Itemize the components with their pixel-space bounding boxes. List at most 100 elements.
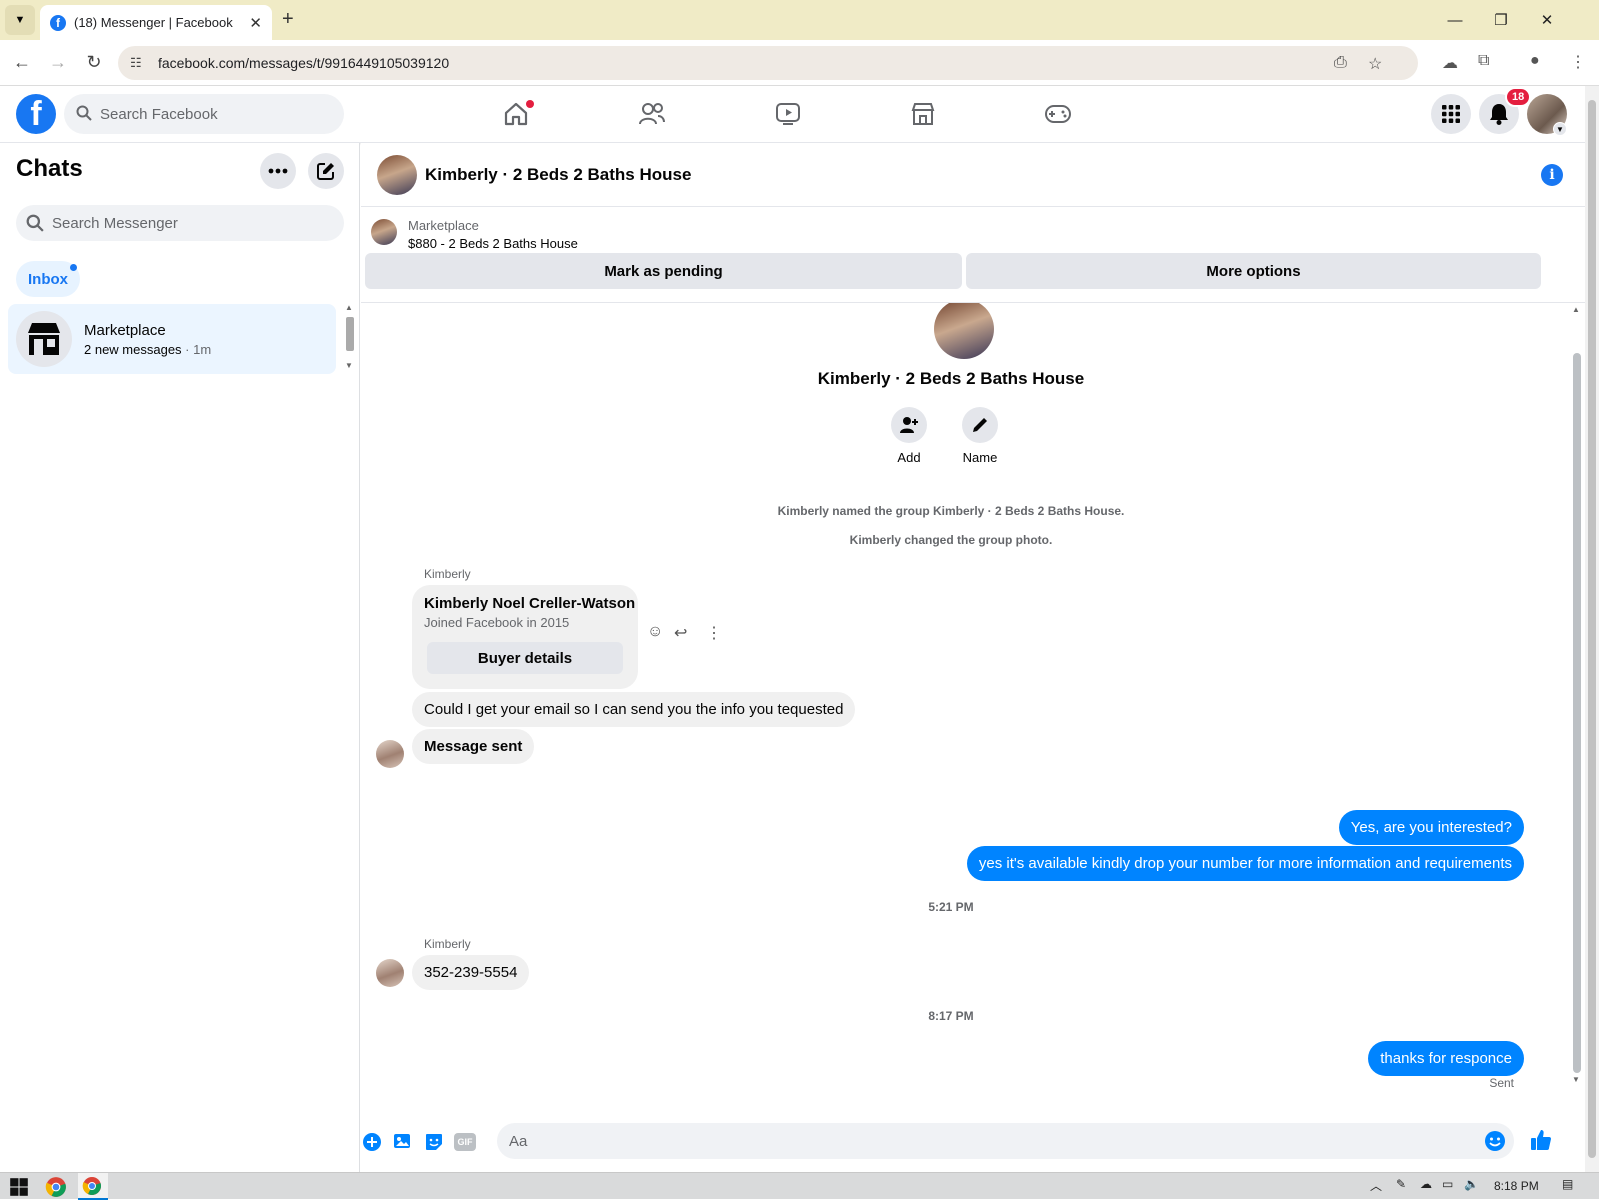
scroll-down-arrow-icon[interactable]: ▼ xyxy=(345,361,353,370)
name-group-button[interactable]: Name xyxy=(950,407,1010,465)
message-thread[interactable]: Kimberly · 2 Beds 2 Baths House Add Name… xyxy=(361,303,1585,1113)
thread-scrollbar[interactable]: ▲ ▼ xyxy=(1569,303,1585,1113)
close-window-button[interactable]: ✕ xyxy=(1524,0,1570,40)
site-info-icon[interactable]: ☷ xyxy=(130,55,142,71)
new-message-button[interactable] xyxy=(308,153,344,189)
chat-list-item[interactable]: Marketplace 2 new messages · 1m xyxy=(8,304,336,374)
extension-icon[interactable]: ☁ xyxy=(1442,53,1458,73)
more-options-button[interactable]: More options xyxy=(966,253,1541,289)
sidebar-scrollbar[interactable]: ▲ ▼ xyxy=(344,303,356,373)
windows-taskbar: ︿ ✎ ☁ ▭ 🔈 8:18 PM ▤ xyxy=(0,1172,1599,1200)
tab-search-chevron-icon[interactable]: ▼ xyxy=(5,5,35,35)
sidebar-scrollbar-thumb[interactable] xyxy=(346,317,354,351)
tray-volume-icon[interactable]: 🔈 xyxy=(1464,1177,1479,1191)
reload-button[interactable]: ↻ xyxy=(76,45,112,81)
inbox-filter-tab[interactable]: Inbox xyxy=(16,261,80,297)
back-button[interactable]: ← xyxy=(4,45,40,81)
browser-tab[interactable]: f (18) Messenger | Facebook ✕ xyxy=(40,5,272,40)
extensions-puzzle-icon[interactable]: ⧉ xyxy=(1478,52,1489,70)
scroll-up-arrow-icon[interactable]: ▲ xyxy=(1572,305,1580,314)
message-more-icon[interactable]: ⋮ xyxy=(706,623,722,643)
friends-icon xyxy=(639,103,665,125)
system-message: Kimberly changed the group photo. xyxy=(849,533,1053,547)
notification-center-icon[interactable]: ▤ xyxy=(1562,1177,1573,1191)
account-chevron-down-icon[interactable]: ▼ xyxy=(1553,122,1567,136)
thumbs-up-icon xyxy=(1531,1130,1551,1150)
message-input[interactable]: Aa xyxy=(497,1123,1514,1159)
inbox-unread-dot xyxy=(70,264,77,271)
message-timestamp: 5:21 PM xyxy=(928,900,974,914)
buyer-details-button[interactable]: Buyer details xyxy=(427,642,623,674)
conversation-avatar[interactable] xyxy=(377,155,417,195)
tab-close-icon[interactable]: ✕ xyxy=(249,14,262,32)
react-emoji-icon[interactable]: ☺ xyxy=(647,623,663,641)
listing-thumbnail[interactable] xyxy=(371,219,397,245)
marketplace-nav-button[interactable] xyxy=(901,92,945,136)
chrome-active-taskbar-button[interactable] xyxy=(78,1173,108,1200)
install-app-icon[interactable]: ⎙ xyxy=(1334,54,1347,72)
windows-start-icon[interactable] xyxy=(8,1176,30,1198)
reply-icon[interactable]: ↩ xyxy=(674,623,687,643)
facebook-header: f Search Facebook 18 ▼ xyxy=(0,86,1585,143)
thread-scrollbar-thumb[interactable] xyxy=(1573,353,1581,1073)
system-message: Kimberly named the group Kimberly · 2 Be… xyxy=(777,504,1125,518)
listing-title[interactable]: $880 - 2 Beds 2 Baths House xyxy=(408,236,578,251)
page-scrollbar[interactable] xyxy=(1585,86,1599,1172)
forward-button[interactable]: → xyxy=(40,45,76,81)
bookmark-star-icon[interactable]: ☆ xyxy=(1368,54,1382,74)
gaming-nav-button[interactable] xyxy=(1036,92,1080,136)
sender-avatar[interactable] xyxy=(376,740,404,768)
outgoing-message[interactable]: yes it's available kindly drop your numb… xyxy=(966,846,1524,881)
buyer-name: Kimberly Noel Creller-Watson xyxy=(424,595,636,612)
chats-sidebar: Chats Search Messenger Inbox Marketplace… xyxy=(0,143,360,1172)
watch-nav-button[interactable] xyxy=(766,92,810,136)
sticker-button[interactable] xyxy=(423,1131,445,1153)
tray-cloud-icon[interactable]: ☁ xyxy=(1420,1177,1432,1191)
sender-name: Kimberly xyxy=(424,937,471,951)
facebook-logo[interactable]: f xyxy=(16,94,56,134)
like-button[interactable] xyxy=(1529,1128,1553,1152)
incoming-message[interactable]: Could I get your email so I can send you… xyxy=(412,692,856,727)
chrome-taskbar-icon[interactable] xyxy=(45,1176,67,1198)
facebook-search-input[interactable]: Search Facebook xyxy=(64,94,344,134)
marketplace-label: Marketplace xyxy=(408,218,479,233)
conversation-info-icon[interactable]: i xyxy=(1541,164,1563,186)
conversation-title[interactable]: Kimberly · 2 Beds 2 Baths House xyxy=(425,165,691,185)
new-tab-button[interactable]: + xyxy=(282,8,294,31)
chats-title: Chats xyxy=(16,155,83,182)
incoming-message[interactable]: 352-239-5554 xyxy=(412,955,530,990)
buyer-info-card: Kimberly Noel Creller-Watson Joined Face… xyxy=(412,585,638,689)
marketplace-store-icon xyxy=(28,323,60,355)
minimize-button[interactable]: — xyxy=(1432,0,1478,40)
taskbar-clock[interactable]: 8:18 PM xyxy=(1494,1179,1539,1193)
home-nav-button[interactable] xyxy=(494,92,538,136)
mark-as-pending-button[interactable]: Mark as pending xyxy=(365,253,962,289)
add-person-icon xyxy=(900,417,918,433)
sender-avatar[interactable] xyxy=(376,959,404,987)
address-bar[interactable]: ☷ facebook.com/messages/t/99164491050391… xyxy=(118,46,1418,80)
tray-chevron-up-icon[interactable]: ︿ xyxy=(1370,1177,1382,1194)
browser-menu-icon[interactable]: ⋮ xyxy=(1570,52,1586,72)
more-actions-button[interactable] xyxy=(361,1131,383,1153)
messenger-search-input[interactable]: Search Messenger xyxy=(16,205,344,241)
browser-toolbar: ← → ↻ ☷ facebook.com/messages/t/99164491… xyxy=(0,40,1599,86)
chat-preview: 2 new messages · 1m xyxy=(84,342,211,357)
attach-photo-button[interactable] xyxy=(392,1131,414,1153)
restore-button[interactable]: ❐ xyxy=(1478,0,1524,40)
incoming-message[interactable]: Message sent xyxy=(412,729,535,764)
tray-network-icon[interactable]: ▭ xyxy=(1442,1177,1453,1191)
scroll-down-arrow-icon[interactable]: ▼ xyxy=(1572,1075,1580,1084)
friends-nav-button[interactable] xyxy=(630,92,674,136)
profile-icon[interactable]: ● xyxy=(1530,52,1540,70)
page-scrollbar-thumb[interactable] xyxy=(1588,100,1596,1158)
gif-button[interactable]: GIF xyxy=(454,1133,476,1151)
gaming-controller-icon xyxy=(1045,105,1071,123)
menu-grid-button[interactable] xyxy=(1431,94,1471,134)
chat-options-button[interactable] xyxy=(260,153,296,189)
scroll-up-arrow-icon[interactable]: ▲ xyxy=(345,303,353,312)
outgoing-message[interactable]: Yes, are you interested? xyxy=(1338,810,1524,845)
outgoing-message[interactable]: thanks for responce xyxy=(1368,1041,1524,1076)
emoji-icon[interactable] xyxy=(1484,1130,1506,1152)
tray-pen-icon[interactable]: ✎ xyxy=(1396,1177,1406,1191)
add-people-button[interactable]: Add xyxy=(879,407,939,465)
